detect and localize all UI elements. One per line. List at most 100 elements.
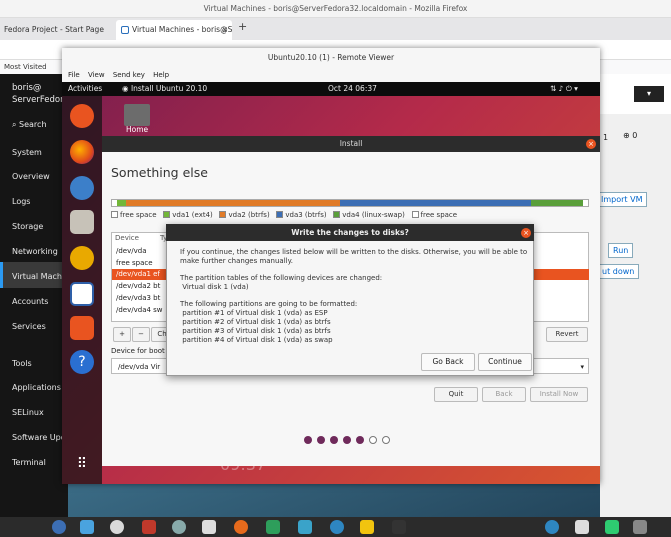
help-icon[interactable]: ? [70,350,94,374]
updates-icon[interactable] [605,520,619,534]
firefox-icon[interactable] [70,140,94,164]
files-icon[interactable] [70,210,94,234]
close-tab-icon[interactable]: × [222,20,228,40]
panel-clock[interactable]: Oct 24 06:37 [328,82,377,96]
help-menu[interactable]: ▾ [634,86,664,102]
system-tray-icon[interactable]: ⇅ ♪ ⏻ ▾ [550,82,578,96]
legend-label: vda2 (btrfs) [228,211,270,219]
monitor-icon[interactable] [298,520,312,534]
activities-button[interactable]: Activities [68,82,102,96]
search-label: Search [19,120,47,129]
dialog-format-list-text: The following partitions are going to be… [180,300,358,344]
ubuntu-installer-icon: ◉ [122,84,131,93]
nav-accounts[interactable]: Accounts [12,297,48,306]
progress-dot [382,436,390,444]
qbittorrent-icon[interactable] [330,520,344,534]
go-back-button[interactable]: Go Back [421,353,475,371]
show-apps-icon[interactable]: ⠿ [70,452,94,476]
menu-view[interactable]: View [88,71,105,79]
nav-terminal[interactable]: Terminal [12,458,46,467]
dialog-intro-text: If you continue, the changes listed belo… [180,248,528,265]
tab-label: Virtual Machines - boris@Ser [132,25,232,34]
import-vm-button[interactable]: Import VM [596,192,648,207]
nav-logs[interactable]: Logs [12,197,30,206]
app-menu[interactable]: ◉ Install Ubuntu 20.10 [122,82,207,96]
nav-system[interactable]: System [12,148,42,157]
nav-applications[interactable]: Applications [12,383,61,392]
software-icon[interactable] [70,316,94,340]
menu-file[interactable]: File [68,71,80,79]
continue-button[interactable]: Continue [478,353,532,371]
legend-label: free space [420,211,458,219]
stat-count-1: 1 [603,133,609,142]
fedora-icon[interactable] [52,520,66,534]
partition-row-selected[interactable]: /dev/vda1 ef [112,269,168,280]
legend-swatch [411,211,419,218]
home-folder-label: Home [126,125,149,134]
thunderbird-icon[interactable] [70,176,94,200]
install-close-icon[interactable]: × [586,139,596,149]
legend-swatch [111,211,118,218]
files-taskbar-icon[interactable] [80,520,94,534]
legend-label: vda3 (btrfs) [285,211,327,219]
nav-tools[interactable]: Tools [12,359,32,368]
nav-storage[interactable]: Storage [12,222,43,231]
host-user[interactable]: boris@ ServerFedora [12,82,69,106]
most-visited-bookmark[interactable]: Most Visited [4,63,47,71]
show-desktop-icon[interactable] [633,520,647,534]
firefox-tab-strip: Fedora Project - Start Page Virtual Mach… [0,18,671,40]
quit-button[interactable]: Quit [434,387,478,402]
partition-row[interactable]: /dev/vda3 bt [112,293,172,304]
ubuntu-top-panel: Activities ◉ Install Ubuntu 20.10 Oct 24… [62,82,600,96]
search-nav[interactable]: ⌕ Search [12,120,47,130]
editor-icon[interactable] [360,520,374,534]
disk-icon[interactable] [172,520,186,534]
nav-networking[interactable]: Networking [12,247,58,256]
nav-selinux[interactable]: SELinux [12,408,44,417]
settings-icon[interactable] [110,520,124,534]
nav-overview[interactable]: Overview [12,172,50,181]
menu-help[interactable]: Help [153,71,169,79]
remote-viewer-menubar: File View Send key Help [62,68,600,82]
ubuntu-dock: ? ⠿ [62,96,102,484]
partition-row[interactable]: free space [112,258,172,269]
part-seg-vda4 [530,200,584,206]
tab-virtual-machines[interactable]: Virtual Machines - boris@Ser × [116,20,232,40]
home-folder-icon[interactable] [124,104,150,126]
remove-partition-button[interactable]: − [132,327,150,342]
partition-row[interactable]: /dev/vda2 bt [112,281,172,292]
virt-manager-icon[interactable] [202,520,216,534]
dialog-close-icon[interactable]: × [521,228,531,238]
firefox-taskbar-icon[interactable] [234,520,248,534]
part-seg-vda3 [340,200,531,206]
nav-software-updates[interactable]: Software Upd [12,433,66,442]
progress-dot [343,436,351,444]
shut-down-button[interactable]: ut down [597,264,640,279]
new-tab-button[interactable]: + [238,20,247,33]
install-now-button[interactable]: Install Now [530,387,588,402]
writer-icon[interactable] [70,282,94,306]
terminal-icon[interactable] [142,520,156,534]
revert-button[interactable]: Revert [546,327,588,342]
power-icon[interactable] [545,520,559,534]
notes-icon[interactable] [266,520,280,534]
partition-row[interactable]: /dev/vda4 sw [112,305,172,316]
run-button[interactable]: Run [608,243,634,258]
host-taskbar [0,517,671,537]
add-partition-button[interactable]: + [113,327,131,342]
nav-virtual-machines[interactable]: Virtual Machin [12,272,69,281]
partition-row[interactable]: /dev/vda [112,246,172,257]
dialog-title: Write the changes to disks? [166,224,534,241]
progress-dot [356,436,364,444]
nav-services[interactable]: Services [12,322,46,331]
remote-viewer-taskbar-icon[interactable] [392,520,406,534]
tab-fedora-start[interactable]: Fedora Project - Start Page [0,20,112,40]
firefox-title-bar: Virtual Machines - boris@ServerFedora32.… [0,0,671,18]
rhythmbox-icon[interactable] [70,246,94,270]
menu-send-key[interactable]: Send key [113,71,145,79]
ubuntu-installer-dock-icon[interactable] [70,104,94,128]
legend-label: vda4 (linux-swap) [342,211,405,219]
install-heading: Something else [111,165,208,180]
clock-icon[interactable] [575,520,589,534]
back-button[interactable]: Back [482,387,526,402]
